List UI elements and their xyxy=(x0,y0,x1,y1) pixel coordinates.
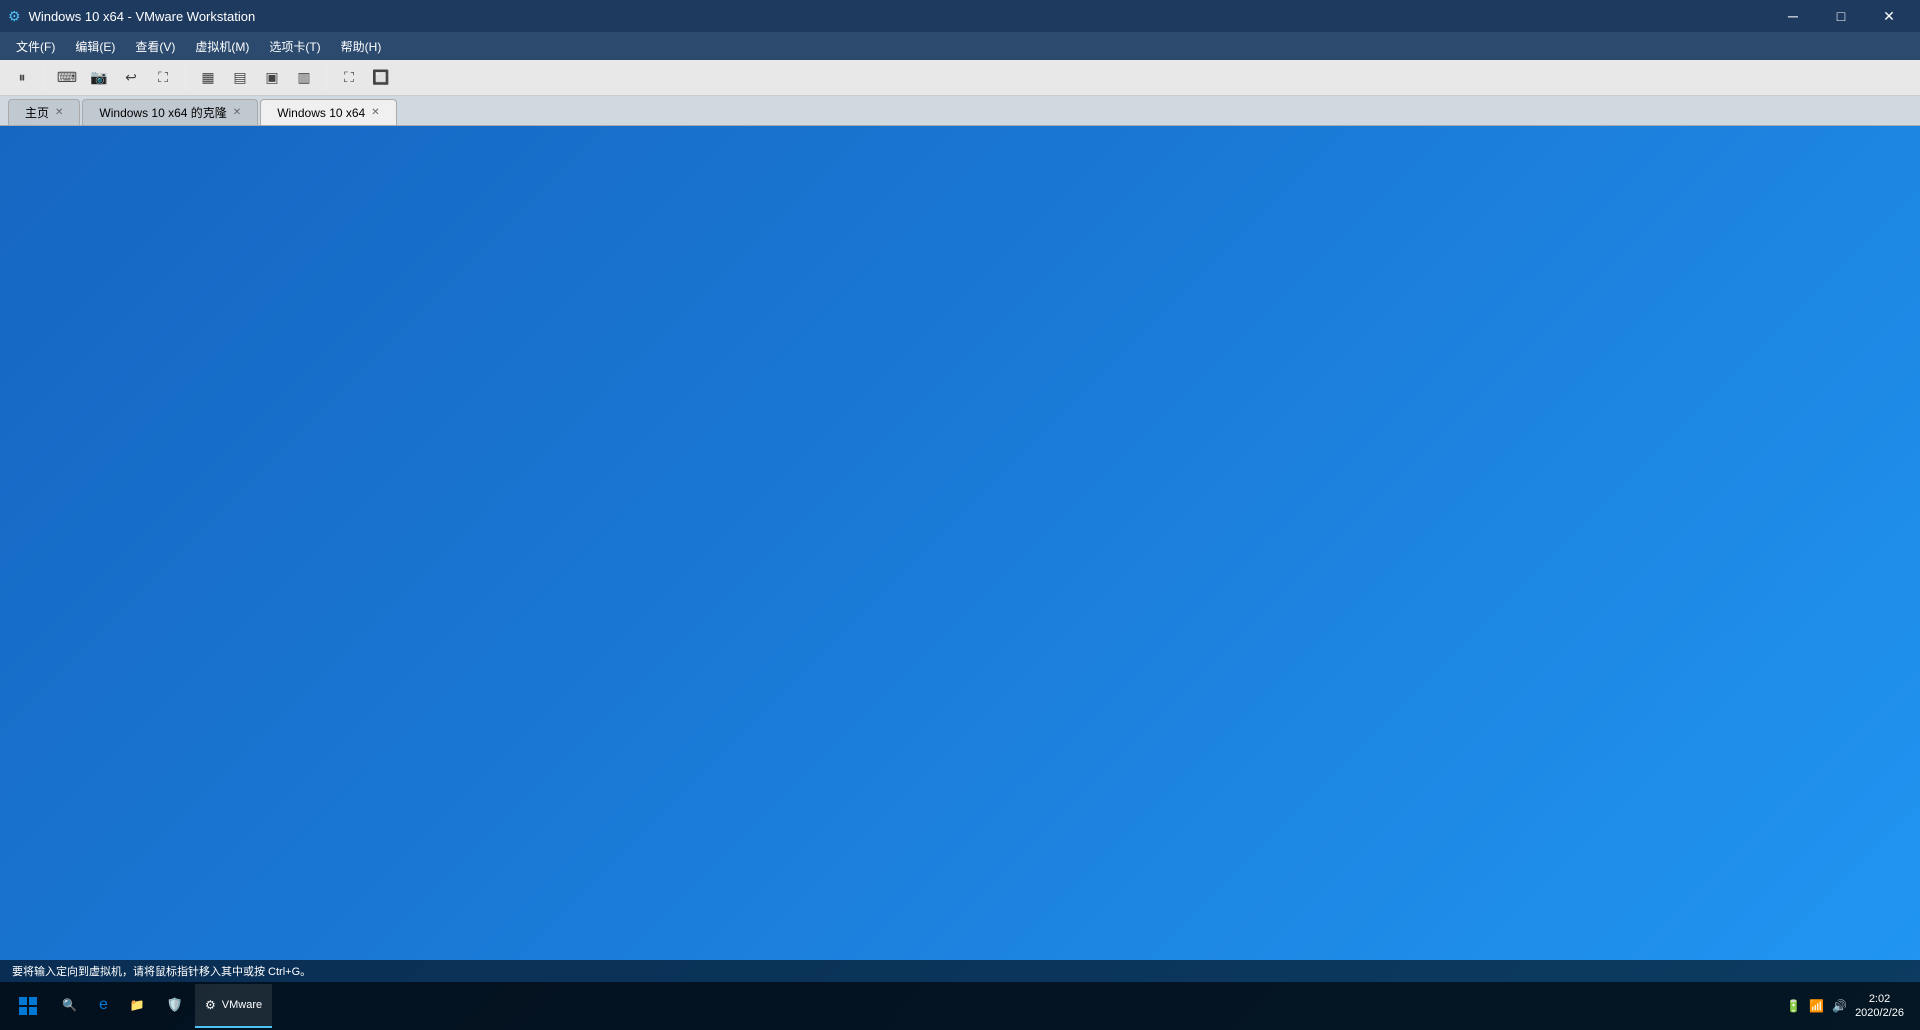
menu-edit[interactable]: 编辑(E) xyxy=(67,36,123,57)
vmware-icon: ⚙ xyxy=(8,8,21,25)
taskbar-vmware-label: VMware xyxy=(222,999,262,1011)
tab-home-label: 主页 xyxy=(25,104,49,121)
toolbar-snapshot[interactable]: 📷 xyxy=(85,64,113,92)
taskbar-vmware[interactable]: ⚙ VMware xyxy=(195,984,272,1028)
toolbar-layout3[interactable]: ▣ xyxy=(258,64,286,92)
maximize-button[interactable]: □ xyxy=(1818,0,1864,32)
vmware-menubar: 文件(F) 编辑(E) 查看(V) 虚拟机(M) 选项卡(T) 帮助(H) xyxy=(0,32,1920,60)
tab-win10-label: Windows 10 x64 xyxy=(277,106,365,120)
menu-file[interactable]: 文件(F) xyxy=(8,36,63,57)
vmware-title: Windows 10 x64 - VMware Workstation xyxy=(29,9,1762,24)
tray-bat: 🔋 xyxy=(1786,999,1801,1013)
taskbar-search[interactable]: 🔍 xyxy=(52,984,87,1028)
tab-win10-close[interactable]: ✕ xyxy=(371,107,379,118)
toolbar-separator3 xyxy=(326,66,327,90)
vmware-tabs: 主页 ✕ Windows 10 x64 的克隆 ✕ Windows 10 x64… xyxy=(0,96,1920,126)
menu-view[interactable]: 查看(V) xyxy=(127,36,183,57)
toolbar-separator xyxy=(44,66,45,90)
taskbar-edge[interactable]: e xyxy=(89,984,118,1028)
vmware-taskbar: 🔍 e 📁 🛡️ ⚙ VMware 🔋 📶 🔊 2:02 2020/2/26 xyxy=(0,982,1920,1030)
minimize-button[interactable]: ─ xyxy=(1770,0,1816,32)
taskbar-360safe-icon: 🛡️ xyxy=(167,997,183,1013)
toolbar-revert[interactable]: ↩ xyxy=(117,64,145,92)
vmware-window-controls: ─ □ ✕ xyxy=(1770,0,1912,32)
vmware-toolbar: ⏸ ⌨ 📷 ↩ ⛶ ▦ ▤ ▣ ▥ ⛶ 🔲 xyxy=(0,60,1920,96)
toolbar-fullscreen[interactable]: ⛶ xyxy=(149,64,177,92)
taskbar-tray: 🔋 📶 🔊 2:02 2020/2/26 xyxy=(1786,992,1916,1021)
desktop: ⚙ Windows 10 x64 - VMware Workstation ─ … xyxy=(0,0,1920,1030)
tab-clone-close[interactable]: ✕ xyxy=(233,107,241,118)
toolbar-fullscreen2[interactable]: ⛶ xyxy=(335,64,363,92)
tab-win10[interactable]: Windows 10 x64 ✕ xyxy=(260,99,396,125)
toolbar-layout[interactable]: ▦ xyxy=(194,64,222,92)
tab-clone[interactable]: Windows 10 x64 的克隆 ✕ xyxy=(82,99,258,125)
toolbar-settings[interactable]: 🔲 xyxy=(367,64,395,92)
toolbar-send-key[interactable]: ⌨ xyxy=(53,64,81,92)
close-button[interactable]: ✕ xyxy=(1866,0,1912,32)
taskbar-items: 🔍 e 📁 🛡️ ⚙ VMware xyxy=(52,984,1786,1028)
toolbar-pause[interactable]: ⏸ xyxy=(8,64,36,92)
toolbar-layout2[interactable]: ▤ xyxy=(226,64,254,92)
tab-clone-label: Windows 10 x64 的克隆 xyxy=(99,104,226,121)
taskbar-edge-icon: e xyxy=(99,996,108,1014)
taskbar-360safe[interactable]: 🛡️ xyxy=(157,984,193,1028)
hint-bar: 要将输入定向到虚拟机，请将鼠标指针移入其中或按 Ctrl+G。 xyxy=(0,960,1920,982)
menu-help[interactable]: 帮助(H) xyxy=(333,36,390,57)
tab-home-close[interactable]: ✕ xyxy=(55,107,63,118)
taskbar-explorer[interactable]: 📁 xyxy=(120,984,155,1028)
tab-home[interactable]: 主页 ✕ xyxy=(8,99,80,125)
tray-vol: 🔊 xyxy=(1832,999,1847,1013)
taskbar-start[interactable] xyxy=(4,982,52,1030)
main-clock: 2:02 2020/2/26 xyxy=(1855,992,1904,1021)
toolbar-separator2 xyxy=(185,66,186,90)
hint-text: 要将输入定向到虚拟机，请将鼠标指针移入其中或按 Ctrl+G。 xyxy=(12,963,311,979)
vmware-titlebar: ⚙ Windows 10 x64 - VMware Workstation ─ … xyxy=(0,0,1920,32)
menu-tabs[interactable]: 选项卡(T) xyxy=(261,36,328,57)
toolbar-layout4[interactable]: ▥ xyxy=(290,64,318,92)
tray-wifi: 📶 xyxy=(1809,999,1824,1013)
menu-vm[interactable]: 虚拟机(M) xyxy=(187,36,257,57)
taskbar-explorer-icon: 📁 xyxy=(130,998,145,1012)
taskbar-vmware-icon: ⚙ xyxy=(205,998,216,1012)
taskbar-search-icon: 🔍 xyxy=(62,998,77,1012)
